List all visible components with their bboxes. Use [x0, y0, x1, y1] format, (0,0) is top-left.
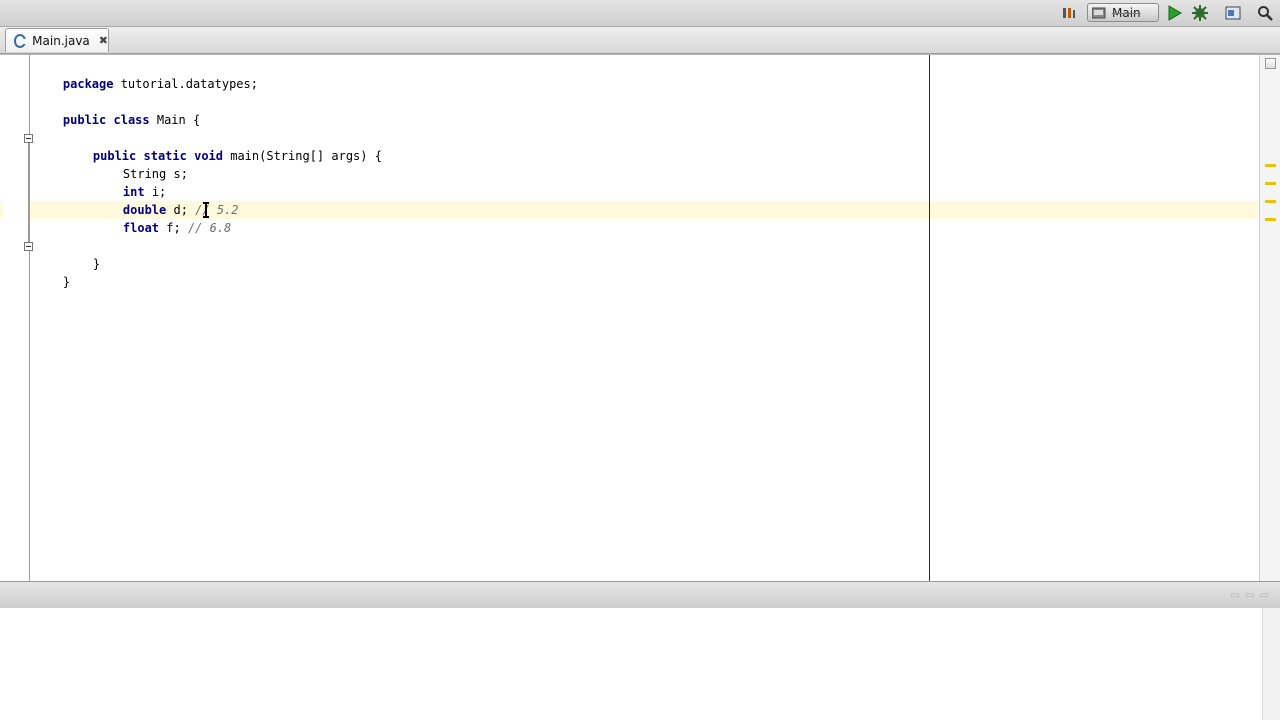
- keyword: class: [113, 113, 150, 127]
- panel-splitter[interactable]: ▭ ▭ ▭: [0, 581, 1280, 609]
- code-text: Main {: [149, 113, 201, 127]
- main-toolbar: Main: [0, 0, 1280, 27]
- keyword: void: [194, 149, 223, 163]
- search-icon[interactable]: [1255, 3, 1275, 23]
- debug-icon[interactable]: [1190, 3, 1210, 23]
- run-config-icon: [1092, 7, 1106, 18]
- code-text: }: [62, 275, 71, 289]
- keyword: public: [62, 113, 107, 127]
- java-class-icon: [14, 33, 28, 48]
- code-text: main(String[] args) {: [223, 149, 382, 163]
- warning-mark[interactable]: [1265, 164, 1276, 167]
- run-config-dropdown[interactable]: Main: [1087, 3, 1159, 22]
- code-text: tutorial.datatypes;: [113, 77, 258, 91]
- window-controls-icon[interactable]: ▭ ▭ ▭: [1230, 590, 1270, 601]
- code-line-9[interactable]: float f; // 6.8: [94, 201, 231, 235]
- code-line-6[interactable]: String s;: [94, 147, 188, 181]
- tab-label: Main.java: [32, 33, 90, 48]
- code-editor[interactable]: package tutorial.datatypes; public class…: [0, 54, 1280, 582]
- code-line-11[interactable]: }: [64, 237, 100, 271]
- variable: f;: [159, 221, 188, 235]
- code-line-5[interactable]: public static void main(String[] args) {: [64, 129, 382, 163]
- build-icon[interactable]: [1223, 3, 1243, 23]
- warning-mark[interactable]: [1265, 200, 1276, 203]
- variable: s;: [166, 167, 188, 181]
- code-line-12[interactable]: }: [34, 255, 70, 289]
- warning-mark[interactable]: [1265, 218, 1276, 221]
- close-icon[interactable]: ✖: [99, 34, 108, 47]
- text-cursor: [203, 202, 209, 218]
- run-icon[interactable]: [1164, 3, 1184, 23]
- editor-tab-strip: Main.java ✖: [0, 27, 1280, 54]
- keyword: package: [62, 77, 114, 91]
- output-panel[interactable]: [0, 608, 1280, 720]
- keyword: float: [122, 221, 160, 235]
- fold-collapse-icon[interactable]: [24, 134, 33, 143]
- code-line-1[interactable]: package tutorial.datatypes;: [34, 57, 258, 91]
- code-line-8[interactable]: double d; // 5.2: [94, 183, 239, 217]
- warning-mark[interactable]: [1265, 182, 1276, 185]
- code-line-3[interactable]: public class Main {: [34, 93, 200, 127]
- error-stripe[interactable]: [1259, 55, 1280, 581]
- tab-main-java[interactable]: Main.java ✖: [5, 28, 109, 52]
- run-config-label: Main: [1112, 5, 1141, 20]
- code-text: }: [92, 257, 101, 271]
- comment: // 6.8: [187, 221, 232, 235]
- fold-guide: [28, 143, 29, 242]
- code-line-7[interactable]: int i;: [94, 165, 166, 199]
- right-margin-line: [929, 55, 930, 581]
- fold-end-icon[interactable]: [24, 242, 33, 251]
- profile-icon[interactable]: [1059, 3, 1079, 23]
- status-indicator-icon[interactable]: [1265, 58, 1276, 69]
- output-scrollbar[interactable]: [1262, 608, 1280, 720]
